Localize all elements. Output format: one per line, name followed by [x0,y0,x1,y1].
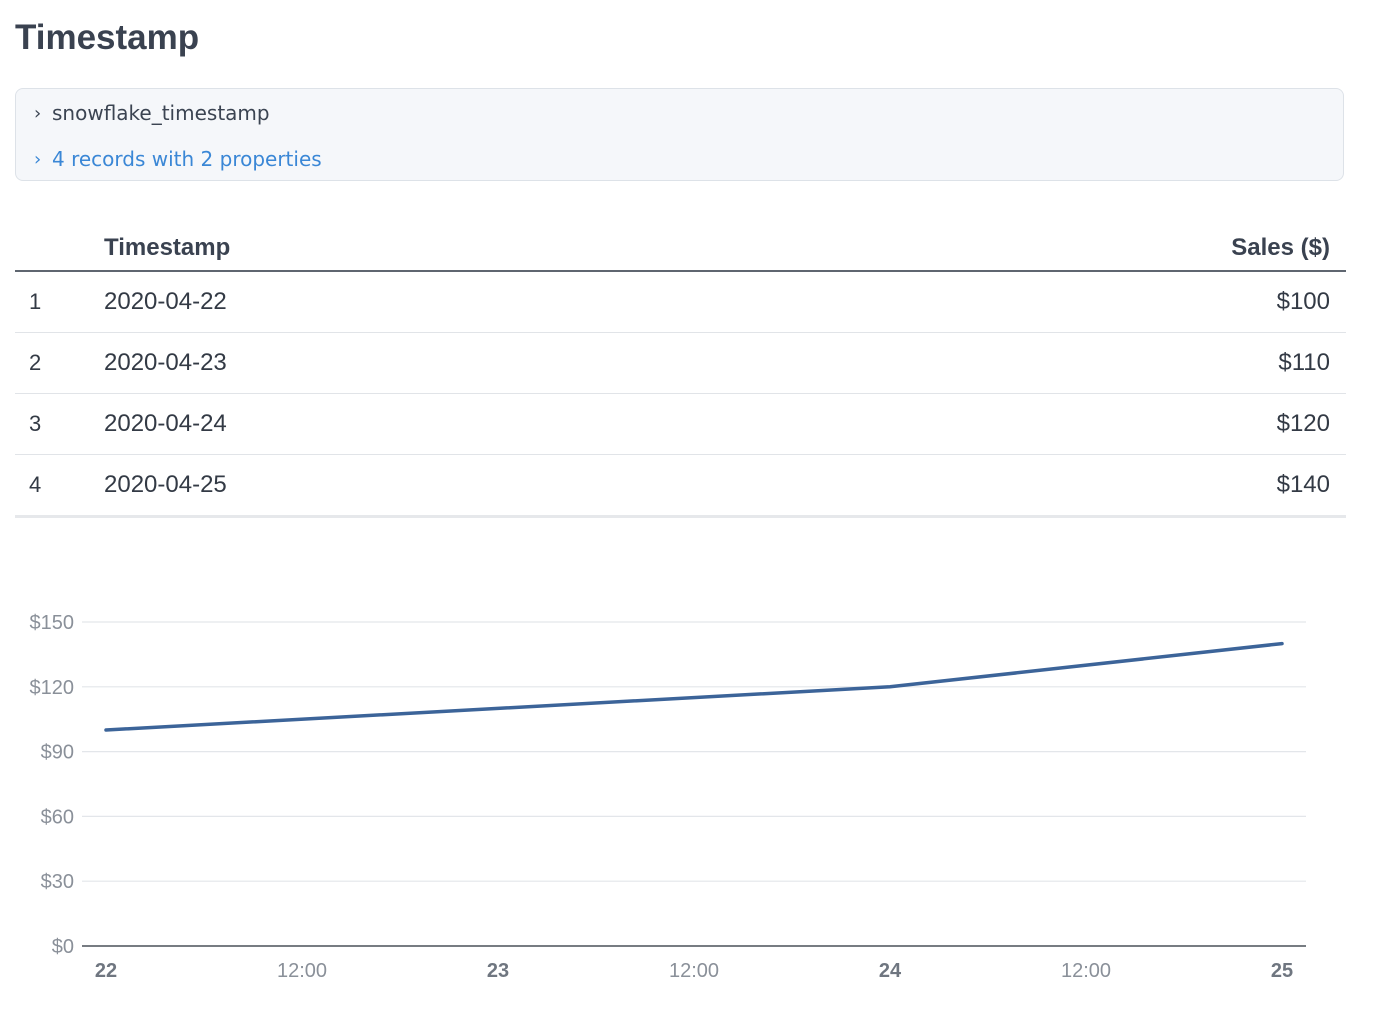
records-summary: 4 records with 2 properties [52,147,322,171]
table-row: 1 2020-04-22 $100 [15,271,1346,333]
y-tick-label: $90 [41,742,74,764]
sales-cell: $100 [817,271,1346,333]
timestamp-cell: 2020-04-24 [88,393,818,455]
data-table: Timestamp Sales ($) 1 2020-04-22 $100 2 … [15,226,1346,518]
query-info-panel: › snowflake_timestamp › 4 records with 2… [15,88,1344,181]
page-title: Timestamp [15,18,200,57]
y-tick-label: $60 [41,806,74,828]
x-tick-label: 23 [487,960,509,982]
x-tick-label: 25 [1271,960,1293,982]
table-row: 4 2020-04-25 $140 [15,454,1346,518]
source-toggle[interactable]: › snowflake_timestamp [34,101,270,125]
x-tick-label: 22 [95,960,117,982]
source-name: snowflake_timestamp [52,101,270,125]
y-tick-label: $30 [41,871,74,893]
table-row: 2 2020-04-23 $110 [15,332,1346,394]
sales-cell: $120 [817,393,1346,455]
x-tick-label: 12:00 [669,960,719,982]
sales-line-chart: $0 $30 $60 $90 $120 $150 22 12:00 23 12:00 24 12:00… [30,612,1306,982]
x-tick-label: 12:00 [1061,960,1111,982]
x-tick-label: 12:00 [277,960,327,982]
chevron-right-icon: › [34,148,42,170]
table-header-row: Timestamp Sales ($) [15,226,1346,272]
y-tick-label: $120 [30,677,75,699]
chevron-right-icon: › [34,102,42,124]
sales-column-header[interactable]: Sales ($) [817,226,1346,272]
records-toggle[interactable]: › 4 records with 2 properties [34,147,322,171]
table-row: 3 2020-04-24 $120 [15,393,1346,455]
index-column-header [15,226,88,272]
row-index: 3 [15,393,88,455]
row-index: 1 [15,271,88,333]
timestamp-cell: 2020-04-25 [88,454,818,518]
x-tick-label: 24 [879,960,902,982]
sales-cell: $140 [817,454,1346,518]
timestamp-cell: 2020-04-22 [88,271,818,333]
y-tick-label: $150 [30,612,75,634]
timestamp-column-header[interactable]: Timestamp [88,226,818,272]
row-index: 2 [15,332,88,394]
row-index: 4 [15,454,88,518]
timestamp-cell: 2020-04-23 [88,332,818,394]
sales-cell: $110 [817,332,1346,394]
y-tick-label: $0 [52,936,74,958]
